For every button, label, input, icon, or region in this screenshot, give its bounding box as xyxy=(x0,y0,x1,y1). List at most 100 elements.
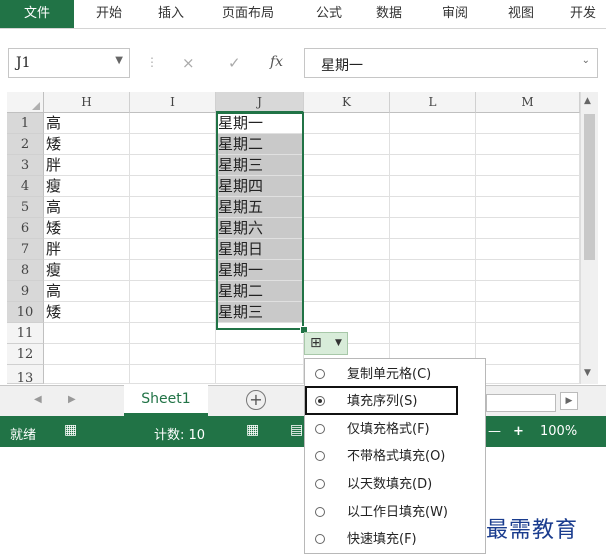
formula-input[interactable]: 星期一 ⌄ xyxy=(304,48,598,78)
tab-formulas[interactable]: 公式 xyxy=(316,0,342,28)
cell-m4[interactable] xyxy=(476,176,580,197)
cell-i8[interactable] xyxy=(130,260,216,281)
cell-l1[interactable] xyxy=(390,113,476,134)
cell-j13[interactable] xyxy=(216,365,304,384)
menu-item-fill-days[interactable]: 以天数填充(D) xyxy=(305,471,485,498)
column-header-l[interactable]: L xyxy=(390,92,476,113)
cell-i10[interactable] xyxy=(130,302,216,323)
cell-l8[interactable] xyxy=(390,260,476,281)
page-layout-view-icon[interactable]: ▤ xyxy=(290,422,303,438)
tab-developer[interactable]: 开发 xyxy=(570,0,606,28)
scroll-down-icon[interactable]: ▼ xyxy=(584,368,591,378)
cell-j12[interactable] xyxy=(216,344,304,365)
cell-i12[interactable] xyxy=(130,344,216,365)
chevron-down-icon[interactable]: ⌄ xyxy=(582,55,590,66)
row-header[interactable]: 11 xyxy=(7,323,44,344)
tab-insert[interactable]: 插入 xyxy=(158,0,184,28)
cell-i5[interactable] xyxy=(130,197,216,218)
row-header[interactable]: 10 xyxy=(7,302,44,323)
cell-k2[interactable] xyxy=(304,134,390,155)
cell-i3[interactable] xyxy=(130,155,216,176)
scrollbar-thumb[interactable] xyxy=(584,114,595,260)
cell-l7[interactable] xyxy=(390,239,476,260)
cell-i9[interactable] xyxy=(130,281,216,302)
cell-k1[interactable] xyxy=(304,113,390,134)
cell-l4[interactable] xyxy=(390,176,476,197)
cell-k10[interactable] xyxy=(304,302,390,323)
row-header[interactable]: 8 xyxy=(7,260,44,281)
row-header[interactable]: 12 xyxy=(7,344,44,365)
cell-l10[interactable] xyxy=(390,302,476,323)
chevron-down-icon[interactable]: ▼ xyxy=(115,55,123,66)
cell-k7[interactable] xyxy=(304,239,390,260)
cell-l11[interactable] xyxy=(390,323,476,344)
cell-i2[interactable] xyxy=(130,134,216,155)
cell-m3[interactable] xyxy=(476,155,580,176)
column-header-i[interactable]: I xyxy=(130,92,216,113)
tab-page-layout[interactable]: 页面布局 xyxy=(222,0,274,28)
cell-k3[interactable] xyxy=(304,155,390,176)
cell-k5[interactable] xyxy=(304,197,390,218)
horizontal-scrollbar[interactable] xyxy=(486,394,556,412)
name-box[interactable]: J1 ▼ xyxy=(8,48,130,78)
sheet-tab-sheet1[interactable]: Sheet1 xyxy=(124,385,208,416)
tab-view[interactable]: 视图 xyxy=(508,0,534,28)
row-header[interactable]: 2 xyxy=(7,134,44,155)
cell-k6[interactable] xyxy=(304,218,390,239)
tab-home[interactable]: 开始 xyxy=(96,0,122,28)
cell-m2[interactable] xyxy=(476,134,580,155)
cell-h8[interactable]: 瘦 xyxy=(44,260,130,281)
add-sheet-icon[interactable]: + xyxy=(246,390,266,410)
row-header[interactable]: 3 xyxy=(7,155,44,176)
cancel-icon[interactable]: × xyxy=(182,54,195,72)
row-header[interactable]: 7 xyxy=(7,239,44,260)
enter-icon[interactable]: ✓ xyxy=(228,54,241,72)
cell-h9[interactable]: 高 xyxy=(44,281,130,302)
cell-h10[interactable]: 矮 xyxy=(44,302,130,323)
normal-view-icon[interactable]: ▦ xyxy=(246,422,259,438)
cell-l9[interactable] xyxy=(390,281,476,302)
column-header-m[interactable]: M xyxy=(476,92,580,113)
cell-k9[interactable] xyxy=(304,281,390,302)
previous-sheet-icon[interactable]: ◀ xyxy=(34,394,42,405)
cell-m9[interactable] xyxy=(476,281,580,302)
cell-h7[interactable]: 胖 xyxy=(44,239,130,260)
menu-item-fill-weekdays[interactable]: 以工作日填充(W) xyxy=(305,499,485,526)
cell-m13[interactable] xyxy=(476,365,580,384)
cell-m10[interactable] xyxy=(476,302,580,323)
insert-function-icon[interactable]: fx xyxy=(270,54,283,70)
row-header[interactable]: 5 xyxy=(7,197,44,218)
tab-review[interactable]: 审阅 xyxy=(442,0,468,28)
menu-item-fill-without-formatting[interactable]: 不带格式填充(O) xyxy=(305,443,485,470)
zoom-slider-track[interactable]: — xyxy=(488,424,501,439)
row-header[interactable]: 6 xyxy=(7,218,44,239)
cell-h4[interactable]: 瘦 xyxy=(44,176,130,197)
cell-l6[interactable] xyxy=(390,218,476,239)
macro-record-icon[interactable]: ▦ xyxy=(64,422,77,438)
menu-item-flash-fill[interactable]: 快速填充(F) xyxy=(305,526,485,553)
cell-m12[interactable] xyxy=(476,344,580,365)
scroll-up-icon[interactable]: ▲ xyxy=(584,96,591,106)
cell-k8[interactable] xyxy=(304,260,390,281)
cell-i13[interactable] xyxy=(130,365,216,384)
cell-h6[interactable]: 矮 xyxy=(44,218,130,239)
zoom-level[interactable]: 100% xyxy=(540,424,577,439)
tab-data[interactable]: 数据 xyxy=(376,0,402,28)
column-header-k[interactable]: K xyxy=(304,92,390,113)
cell-i4[interactable] xyxy=(130,176,216,197)
cell-h2[interactable]: 矮 xyxy=(44,134,130,155)
cell-h13[interactable] xyxy=(44,365,130,384)
cell-h1[interactable]: 高 xyxy=(44,113,130,134)
cell-m8[interactable] xyxy=(476,260,580,281)
cell-h3[interactable]: 胖 xyxy=(44,155,130,176)
cell-i6[interactable] xyxy=(130,218,216,239)
column-header-j[interactable]: J xyxy=(216,92,304,113)
cell-h11[interactable] xyxy=(44,323,130,344)
menu-item-fill-formatting-only[interactable]: 仅填充格式(F) xyxy=(305,416,485,443)
cell-m7[interactable] xyxy=(476,239,580,260)
cell-m11[interactable] xyxy=(476,323,580,344)
row-header[interactable]: 4 xyxy=(7,176,44,197)
select-all-corner[interactable] xyxy=(7,92,44,113)
tab-file[interactable]: 文件 xyxy=(0,0,74,28)
cell-i7[interactable] xyxy=(130,239,216,260)
